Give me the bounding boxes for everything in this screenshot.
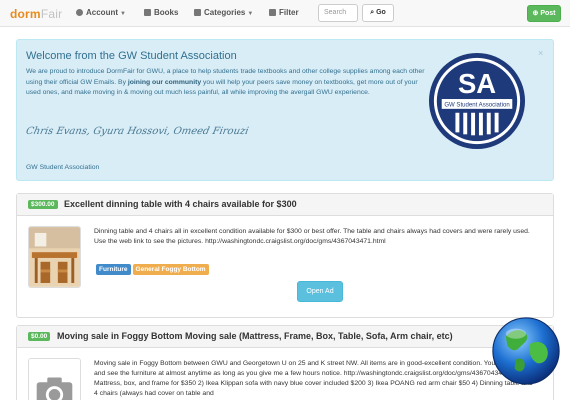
- search-icon: ⌕: [370, 9, 375, 16]
- open-ad-button[interactable]: Open Ad: [297, 281, 343, 302]
- go-button[interactable]: ⌕ Go: [362, 4, 394, 22]
- listing-title[interactable]: Excellent dinning table with 4 chairs av…: [64, 199, 297, 209]
- caret-down-icon: ▼: [120, 11, 126, 17]
- welcome-body: We are proud to introduce DormFair for G…: [26, 68, 425, 96]
- join-link: joining our community: [127, 78, 202, 86]
- listing-header: $0.00 Moving sale in Foggy Bottom Moving…: [17, 326, 553, 348]
- listing-title[interactable]: Moving sale in Foggy Bottom Moving sale …: [57, 331, 453, 341]
- book-icon: [144, 9, 151, 16]
- nav-filter[interactable]: Filter: [269, 8, 299, 17]
- nav-account[interactable]: Account ▼: [76, 8, 126, 17]
- nav-categories-label: Categories: [204, 8, 246, 17]
- user-icon: [76, 9, 83, 16]
- listing-card: $0.00 Moving sale in Foggy Bottom Moving…: [16, 325, 554, 400]
- welcome-title: Welcome from the GW Student Association: [26, 50, 237, 62]
- gw-student-association-seal: SA GW Student Association: [428, 52, 526, 150]
- tag-location[interactable]: General Foggy Bottom: [132, 264, 209, 275]
- search-input[interactable]: Search: [318, 4, 358, 22]
- post-button[interactable]: ⊕ Post: [527, 5, 561, 22]
- welcome-panel: Welcome from the GW Student Association …: [16, 39, 554, 181]
- seal-caption: GW Student Association: [444, 102, 509, 108]
- signature: Chris Evans, Gyura Hossovi, Omeed Firouz…: [24, 126, 250, 137]
- listing-description: Dinning table and 4 chairs all in excell…: [94, 228, 530, 245]
- globe-icon: [492, 317, 560, 385]
- listing-header: $300.00 Excellent dinning table with 4 c…: [17, 194, 553, 216]
- camera-placeholder-icon: [28, 358, 81, 400]
- go-button-label: Go: [376, 9, 386, 16]
- listing-description: Moving sale in Foggy Bottom between GWU …: [94, 360, 533, 397]
- filter-icon: [269, 9, 276, 16]
- caret-down-icon: ▼: [247, 11, 254, 17]
- nav-account-label: Account: [86, 8, 118, 17]
- dining-table-photo[interactable]: [28, 226, 81, 288]
- plus-circle-icon: ⊕: [532, 10, 539, 17]
- signature-org: GW Student Association: [26, 164, 100, 171]
- post-button-label: Post: [540, 10, 556, 17]
- brand-logo[interactable]: dormFair: [10, 7, 62, 21]
- price-badge: $0.00: [28, 332, 51, 341]
- close-icon[interactable]: ×: [538, 48, 543, 58]
- nav-filter-label: Filter: [279, 8, 299, 17]
- list-icon: [194, 9, 201, 16]
- listing-tags: Furniture General Foggy Bottom: [96, 264, 211, 275]
- navbar: dormFair Account ▼ Books Categories ▼ Filt…: [0, 0, 570, 27]
- nav-books[interactable]: Books: [144, 8, 178, 17]
- tag-category[interactable]: Furniture: [96, 264, 131, 275]
- nav-books-label: Books: [154, 8, 179, 17]
- seal-letters: SA: [458, 68, 496, 99]
- price-badge: $300.00: [28, 200, 58, 209]
- nav-categories[interactable]: Categories ▼: [194, 8, 253, 17]
- listing-card: $300.00 Excellent dinning table with 4 c…: [16, 193, 554, 318]
